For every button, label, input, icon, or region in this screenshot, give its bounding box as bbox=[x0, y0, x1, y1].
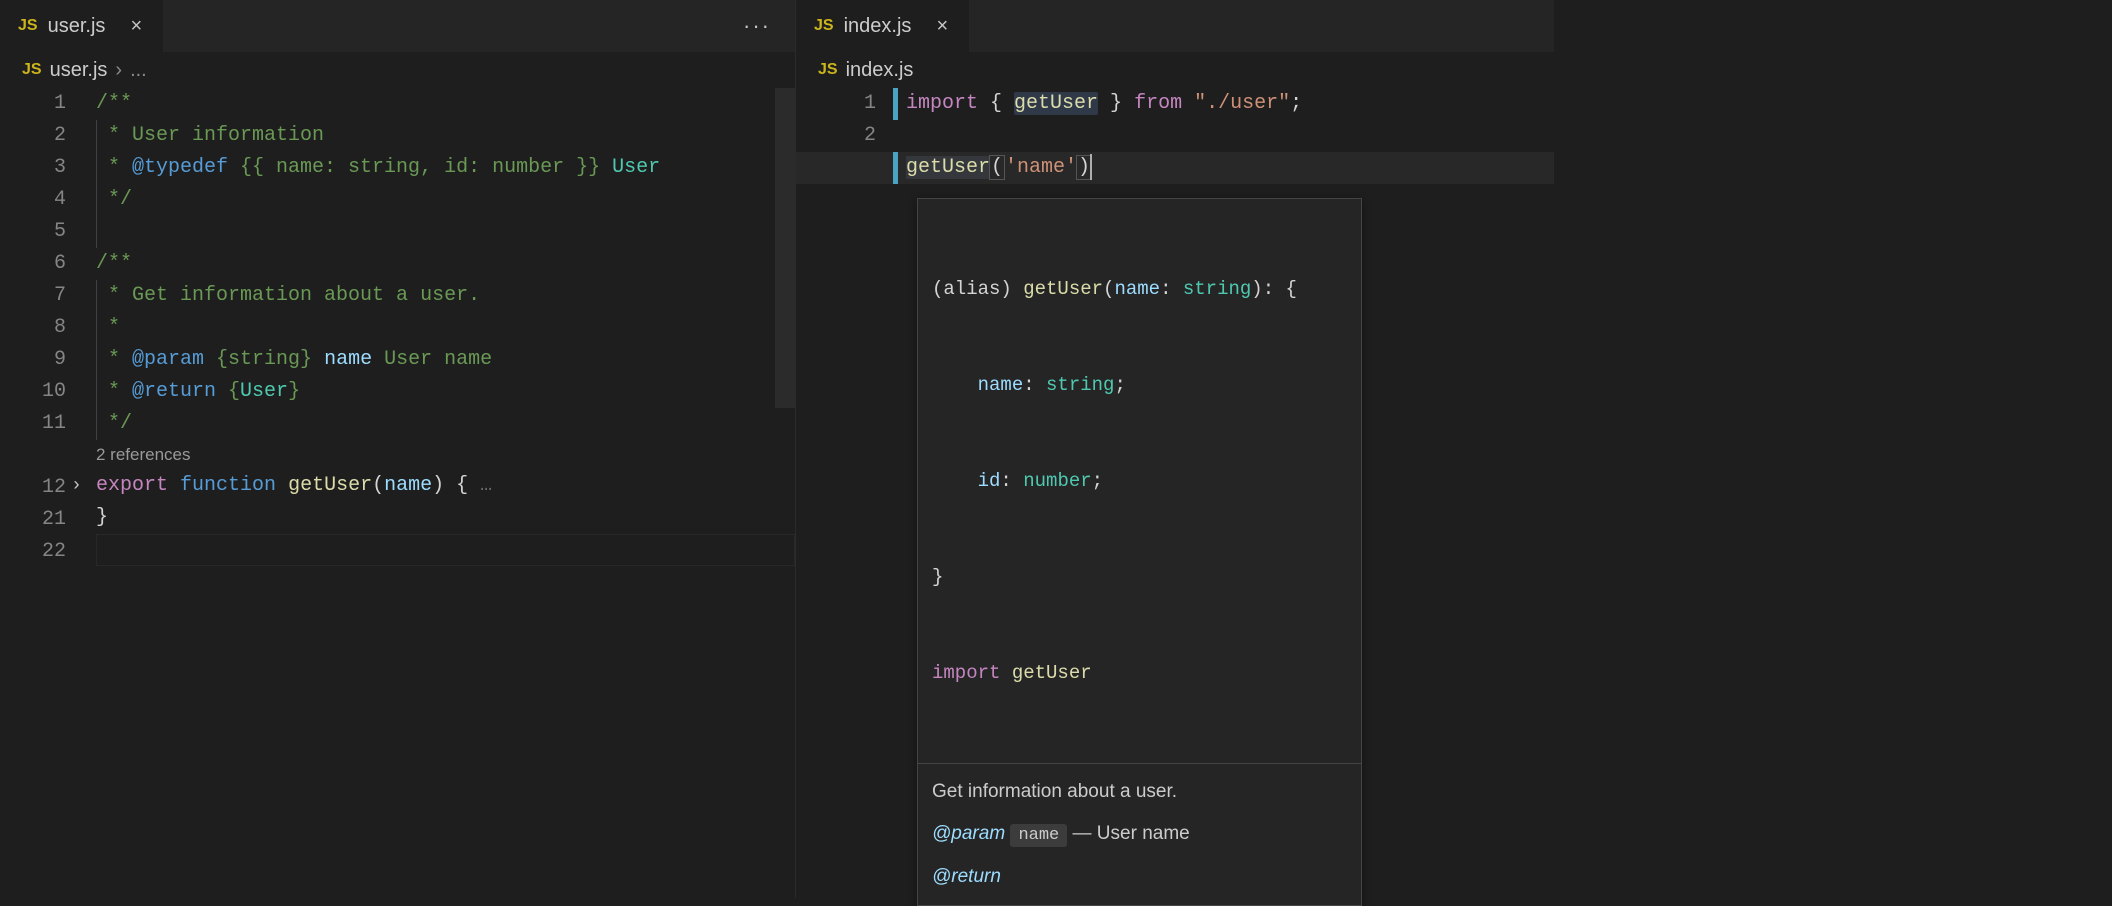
code-editor-left[interactable]: 1 2 3 4 5 6 7 8 9 10 11 12 21 22 /** * U… bbox=[0, 88, 795, 898]
tab-bar-left: JS user.js × ··· bbox=[0, 0, 795, 52]
chevron-right-icon: › bbox=[115, 59, 122, 82]
js-file-icon: JS bbox=[22, 61, 42, 79]
breadcrumb-file: user.js bbox=[50, 59, 108, 82]
js-file-icon: JS bbox=[814, 17, 834, 35]
empty-editor-area bbox=[1554, 0, 2112, 898]
breadcrumb-rest: ... bbox=[130, 59, 147, 82]
code-body[interactable]: /** * User information * @typedef {{ nam… bbox=[96, 88, 795, 898]
breadcrumb-file: index.js bbox=[846, 59, 914, 82]
text-cursor bbox=[1090, 154, 1092, 180]
js-file-icon: JS bbox=[18, 17, 38, 35]
scrollbar-thumb[interactable] bbox=[775, 88, 795, 408]
tab-label: index.js bbox=[844, 15, 912, 38]
tab-index-js[interactable]: JS index.js × bbox=[796, 0, 969, 52]
line-number-gutter: 1 2 3 bbox=[796, 88, 906, 898]
git-gutter-modified bbox=[893, 152, 898, 184]
tab-label: user.js bbox=[48, 15, 106, 38]
js-file-icon: JS bbox=[818, 61, 838, 79]
breadcrumb-right[interactable]: JS index.js bbox=[796, 52, 1554, 88]
close-icon[interactable]: × bbox=[931, 15, 953, 38]
fold-icon[interactable]: › bbox=[71, 470, 82, 502]
hover-documentation: Get information about a user. @param nam… bbox=[918, 764, 1361, 905]
breadcrumb-left[interactable]: JS user.js › ... bbox=[0, 52, 795, 88]
editor-pane-left: JS user.js × ··· JS user.js › ... 1 2 3 … bbox=[0, 0, 796, 898]
code-lens-references[interactable]: 2 references bbox=[96, 440, 795, 470]
tab-bar-right: JS index.js × bbox=[796, 0, 1554, 52]
hover-signature: (alias) getUser(name: string): { name: s… bbox=[918, 199, 1361, 764]
tab-user-js[interactable]: JS user.js × bbox=[0, 0, 163, 52]
signature-hover-tooltip: (alias) getUser(name: string): { name: s… bbox=[917, 198, 1362, 906]
hover-doc-summary: Get information about a user. bbox=[932, 776, 1347, 808]
git-gutter-modified bbox=[893, 88, 898, 120]
more-actions-icon[interactable]: ··· bbox=[719, 13, 795, 39]
close-icon[interactable]: × bbox=[125, 15, 147, 38]
